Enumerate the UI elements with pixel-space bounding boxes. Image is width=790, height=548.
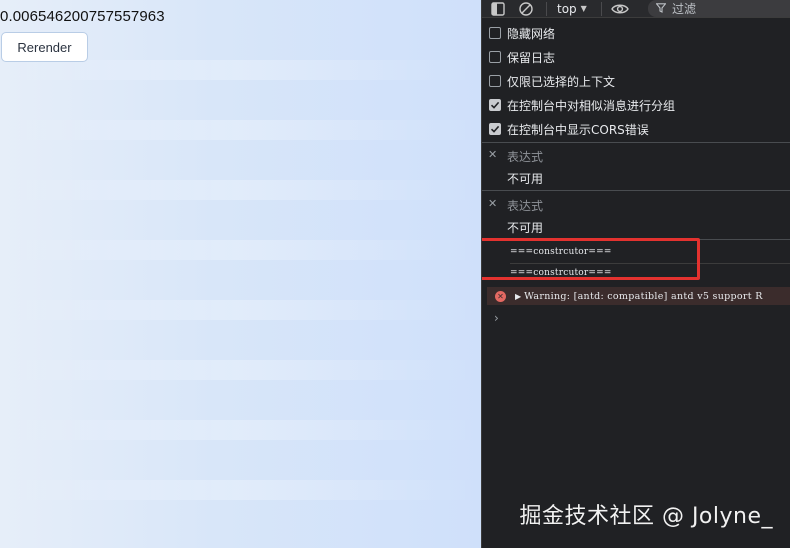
background-band <box>0 180 481 200</box>
preserve-log-checkbox[interactable] <box>489 51 501 63</box>
rerender-button[interactable]: Rerender <box>1 32 88 62</box>
filter-icon <box>655 2 667 16</box>
context-select[interactable]: top ▼ <box>557 0 587 17</box>
clear-console-icon[interactable] <box>518 1 534 17</box>
group-similar-checkbox[interactable] <box>489 99 501 111</box>
setting-label: 隐藏网络 <box>507 26 556 41</box>
sidebar-toggle-icon[interactable] <box>490 1 506 17</box>
close-icon[interactable]: ✕ <box>488 149 498 160</box>
background-band <box>0 420 481 440</box>
selected-context-checkbox[interactable] <box>489 75 501 87</box>
live-expression-value: 不可用 <box>507 172 544 186</box>
toolbar-divider <box>546 2 547 16</box>
live-expression-label[interactable]: 表达式 <box>507 197 543 214</box>
chevron-down-icon: ▼ <box>580 3 587 13</box>
setting-label: 仅限已选择的上下文 <box>507 74 616 89</box>
error-message-text: Warning: [antd: compatible] antd v5 supp… <box>524 290 763 302</box>
setting-group-similar[interactable]: 在控制台中对相似消息进行分组 <box>482 93 790 117</box>
divider <box>482 142 790 143</box>
context-select-value: top <box>557 1 577 16</box>
highlight-annotation-box <box>482 238 700 280</box>
divider <box>482 190 790 191</box>
setting-label: 保留日志 <box>507 50 556 65</box>
close-icon[interactable]: ✕ <box>488 198 498 209</box>
background-band <box>0 360 481 380</box>
setting-preserve-log[interactable]: 保留日志 <box>482 45 790 69</box>
hide-network-checkbox[interactable] <box>489 27 501 39</box>
console-error-message[interactable]: ✕ ▶ Warning: [antd: compatible] antd v5 … <box>487 287 790 305</box>
page-viewport: 0.006546200757557963 Rerender <box>0 0 481 548</box>
background-band <box>0 120 481 140</box>
error-icon: ✕ <box>495 290 506 302</box>
filter-placeholder: 过滤 <box>672 2 697 16</box>
setting-label: 在控制台中对相似消息进行分组 <box>507 98 676 113</box>
random-value-text: 0.006546200757557963 <box>0 8 165 25</box>
setting-selected-context-only[interactable]: 仅限已选择的上下文 <box>482 69 790 93</box>
background-band <box>0 300 481 320</box>
setting-label: 在控制台中显示CORS错误 <box>507 122 649 137</box>
background-band <box>0 480 481 500</box>
setting-hide-network[interactable]: 隐藏网络 <box>482 21 790 45</box>
background-band <box>0 60 481 80</box>
background-band <box>0 240 481 260</box>
console-prompt-icon[interactable]: › <box>494 311 499 325</box>
eye-icon[interactable] <box>611 1 629 17</box>
toolbar-divider <box>601 2 602 16</box>
setting-show-cors-errors[interactable]: 在控制台中显示CORS错误 <box>482 117 790 141</box>
console-toolbar: top ▼ 过滤 <box>482 0 790 18</box>
live-expression-label[interactable]: 表达式 <box>507 148 543 165</box>
watermark-text: 掘金技术社区 @ Jolyne_ <box>519 504 773 529</box>
show-cors-checkbox[interactable] <box>489 123 501 135</box>
live-expression-value: 不可用 <box>507 221 544 235</box>
devtools-console-panel: top ▼ 过滤 隐藏网络 保留日志 仅限已选择的上下文 在控制台中对相似消息进… <box>481 0 790 548</box>
expand-triangle-icon[interactable]: ▶ <box>515 292 521 301</box>
filter-input[interactable]: 过滤 <box>648 0 790 17</box>
